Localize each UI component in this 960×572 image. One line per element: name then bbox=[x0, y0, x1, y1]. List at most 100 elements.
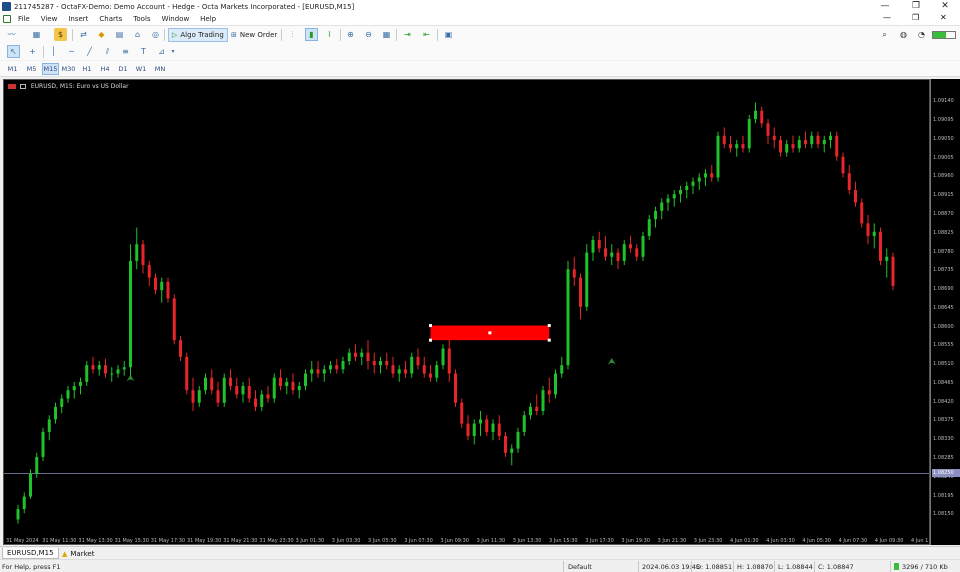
cursor-icon[interactable]: ↖ bbox=[7, 45, 20, 58]
candle bbox=[35, 452, 39, 478]
timeframe-d1[interactable]: D1 bbox=[116, 63, 130, 75]
menu-insert[interactable]: Insert bbox=[68, 15, 88, 23]
buy-arrow-icon[interactable] bbox=[126, 374, 135, 382]
candle bbox=[204, 373, 207, 395]
candle bbox=[410, 352, 414, 378]
rectangle-handle[interactable] bbox=[488, 331, 492, 335]
candle bbox=[741, 135, 745, 153]
candle bbox=[472, 419, 476, 445]
doc-restore-button[interactable]: ❐ bbox=[912, 13, 919, 22]
horizontal-line-icon[interactable]: ─ bbox=[65, 45, 78, 58]
status-profile[interactable]: Default bbox=[568, 561, 592, 572]
minimize-button[interactable]: — bbox=[870, 0, 900, 13]
trendline-icon[interactable]: ╱ bbox=[83, 45, 96, 58]
rectangle-handle[interactable] bbox=[429, 324, 432, 328]
candle bbox=[704, 169, 707, 186]
timeframe-m1[interactable]: M1 bbox=[5, 63, 20, 75]
candle bbox=[304, 369, 307, 391]
screenshot-icon[interactable]: ▣ bbox=[442, 28, 455, 41]
buy-arrow-icon[interactable] bbox=[607, 358, 616, 366]
crosshair-icon[interactable]: + bbox=[26, 45, 39, 58]
menu-tools[interactable]: Tools bbox=[133, 15, 150, 23]
maximize-button[interactable]: ❐ bbox=[901, 0, 931, 13]
candle bbox=[591, 235, 595, 261]
doc-close-button[interactable]: ✕ bbox=[940, 13, 947, 22]
text-tool-icon[interactable]: T bbox=[137, 45, 150, 58]
price-axis-label: 1.08780 bbox=[933, 248, 954, 255]
drawing-toolbar: ↖ + │ ─ ╱ ⫽ ≡ T ⊿ ▾ bbox=[0, 43, 960, 60]
candle bbox=[47, 415, 51, 441]
navigator-icon[interactable]: ◆ bbox=[95, 28, 108, 41]
timeframe-mn[interactable]: MN bbox=[152, 63, 168, 75]
algo-trading-button[interactable]: ▷ Algo Trading bbox=[168, 28, 228, 42]
chart-canvas[interactable] bbox=[4, 80, 930, 545]
data-window-icon[interactable]: ⇄ bbox=[77, 28, 90, 41]
price-axis-label: 1.08465 bbox=[933, 379, 954, 386]
bar-chart-icon[interactable]: ⫶ bbox=[286, 28, 299, 41]
vertical-line-icon[interactable]: │ bbox=[47, 45, 60, 58]
price-axis-label: 1.08150 bbox=[933, 511, 954, 518]
strategy-tester-icon[interactable]: ⌂ bbox=[131, 28, 144, 41]
status-low: L: 1.08844 bbox=[778, 562, 813, 571]
menu-file[interactable]: File bbox=[18, 15, 30, 23]
new-chart-icon[interactable]: 〰 bbox=[5, 28, 18, 41]
candle bbox=[185, 352, 189, 395]
candle bbox=[604, 235, 607, 261]
candle bbox=[129, 244, 132, 378]
close-button[interactable]: ✕ bbox=[930, 0, 960, 13]
new-order-button[interactable]: ⊞ New Order bbox=[227, 28, 281, 42]
candle bbox=[666, 194, 670, 211]
timeframe-h1[interactable]: H1 bbox=[80, 63, 94, 75]
tab-eurusd[interactable]: EURUSD,M15 bbox=[2, 548, 59, 559]
price-axis[interactable]: 1.09140 1.09095 1.09050 1.09005 1.08960 1.089… bbox=[930, 79, 960, 545]
candle bbox=[191, 377, 195, 412]
timeframe-m15[interactable]: M15 bbox=[42, 63, 59, 75]
menu-view[interactable]: View bbox=[41, 15, 58, 23]
candle bbox=[366, 340, 370, 370]
timeframe-m30[interactable]: M30 bbox=[60, 63, 77, 75]
candle bbox=[260, 390, 264, 412]
tab-market[interactable]: ▲ Market bbox=[58, 548, 98, 559]
timeframe-m5[interactable]: M5 bbox=[24, 63, 39, 75]
candle bbox=[272, 373, 276, 403]
candlestick-chart-icon[interactable]: ▮ bbox=[305, 28, 318, 41]
rectangle-handle[interactable] bbox=[547, 338, 551, 342]
account-icon[interactable]: ◔ bbox=[915, 28, 928, 41]
profiles-icon[interactable]: ▦ bbox=[30, 28, 43, 41]
rectangle-handle[interactable] bbox=[429, 338, 432, 342]
zoom-in-icon[interactable]: ⊕ bbox=[344, 28, 357, 41]
status-bar: For Help, press F1 Default 2024.06.03 19… bbox=[0, 559, 960, 572]
equidistant-channel-icon[interactable]: ⫽ bbox=[101, 45, 114, 58]
candle bbox=[597, 231, 601, 253]
zoom-out-icon[interactable]: ⊖ bbox=[362, 28, 375, 41]
metaeditor-icon[interactable]: ◎ bbox=[149, 28, 162, 41]
chevron-down-icon[interactable]: ▾ bbox=[169, 45, 177, 58]
shapes-icon[interactable]: ⊿ bbox=[155, 45, 168, 58]
price-axis-label: 1.08420 bbox=[933, 398, 954, 405]
current-price-label: 1.08250 bbox=[932, 468, 960, 477]
candle bbox=[716, 131, 720, 182]
price-chart[interactable]: EURUSD, M15: Euro vs US Dollar 31 May 20… bbox=[3, 79, 930, 545]
line-chart-icon[interactable]: ⌇ bbox=[323, 28, 336, 41]
menu-window[interactable]: Window bbox=[162, 15, 190, 23]
menu-help[interactable]: Help bbox=[200, 15, 216, 23]
candle bbox=[110, 367, 114, 382]
doc-minimize-button[interactable]: — bbox=[883, 13, 891, 22]
candle bbox=[747, 114, 751, 153]
autoscroll-icon[interactable]: ⇤ bbox=[420, 28, 433, 41]
rectangle-handle[interactable] bbox=[547, 324, 551, 328]
candle bbox=[416, 348, 420, 370]
chart-doc-icon[interactable] bbox=[3, 15, 11, 23]
candle bbox=[554, 369, 557, 399]
candle bbox=[154, 273, 157, 295]
menu-charts[interactable]: Charts bbox=[99, 15, 122, 23]
tile-windows-icon[interactable]: ▦ bbox=[380, 28, 393, 41]
market-watch-icon[interactable]: $ bbox=[54, 28, 67, 41]
fibonacci-icon[interactable]: ≡ bbox=[119, 45, 132, 58]
community-icon[interactable]: ◍ bbox=[897, 28, 910, 41]
timeframe-w1[interactable]: W1 bbox=[134, 63, 148, 75]
search-icon[interactable]: ⌕ bbox=[878, 28, 891, 41]
chart-shift-icon[interactable]: ⇥ bbox=[401, 28, 414, 41]
toolbox-icon[interactable]: ▤ bbox=[113, 28, 126, 41]
timeframe-h4[interactable]: H4 bbox=[98, 63, 112, 75]
